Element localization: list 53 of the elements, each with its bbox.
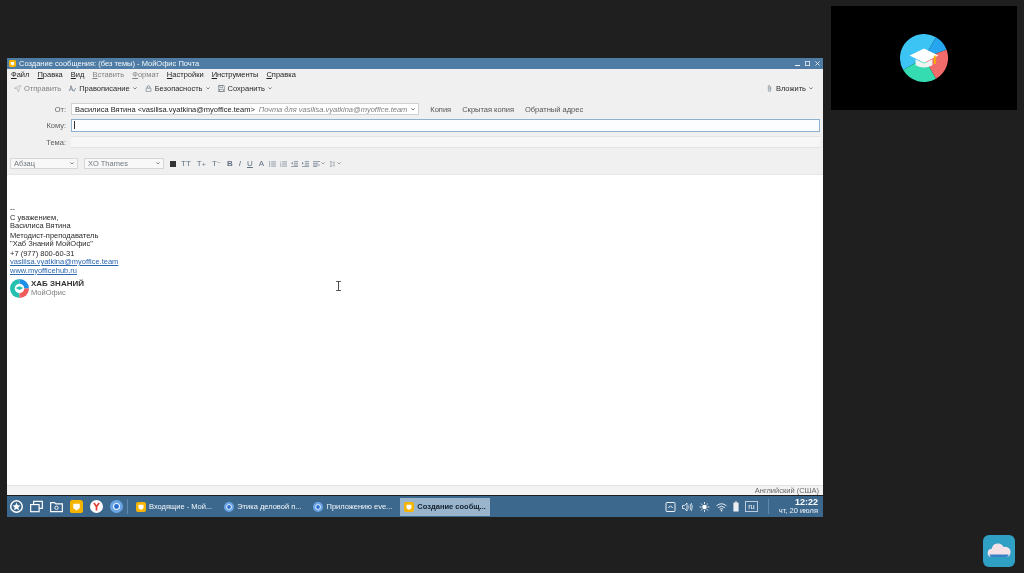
format-button[interactable]: TT (180, 159, 192, 168)
app-icon (9, 60, 16, 67)
logo-title: ХАБ ЗНАНИЙ (31, 280, 84, 289)
align-icon (313, 160, 321, 167)
browser-icon (224, 501, 235, 512)
mouse-cursor-icon (336, 281, 341, 291)
save-icon (217, 84, 225, 92)
format-dropdown-button[interactable] (313, 160, 326, 167)
y-logo-icon[interactable] (90, 500, 103, 513)
caret-icon (267, 86, 272, 90)
wifi-icon[interactable] (716, 501, 728, 512)
format-button[interactable]: U (246, 159, 254, 168)
caret-icon (156, 162, 160, 165)
caret-icon (132, 86, 137, 90)
app-icon[interactable] (70, 500, 83, 513)
format-button[interactable]: T₊ (195, 159, 207, 168)
battery-icon[interactable] (733, 501, 740, 512)
browser-icon[interactable] (110, 500, 123, 513)
format-button[interactable]: T⁻ (210, 159, 222, 168)
app-icon (136, 501, 146, 512)
close-icon[interactable] (815, 61, 820, 66)
brightness-icon[interactable] (699, 501, 711, 512)
paperclip-icon (765, 84, 773, 92)
caret-icon (411, 107, 416, 111)
chevron-up-icon[interactable] (665, 501, 677, 512)
line-spacing-icon (329, 160, 337, 167)
format-button[interactable]: A (257, 159, 266, 168)
maximize-icon[interactable] (805, 61, 810, 66)
speaker-icon[interactable] (682, 501, 694, 512)
outdent-icon[interactable] (291, 160, 299, 167)
caret-icon (321, 162, 326, 165)
hub-logo-icon (10, 279, 29, 298)
color-swatch-icon[interactable] (170, 160, 176, 167)
lock-icon (144, 84, 152, 92)
text-caret-icon (74, 121, 75, 129)
caret-icon (205, 86, 210, 90)
clock-time: 12:22 (794, 498, 818, 508)
caret-icon (809, 86, 813, 90)
browser-icon (313, 501, 324, 512)
input-field[interactable] (71, 118, 820, 132)
graduation-cap-logo-icon (900, 34, 948, 82)
caret-icon (70, 162, 74, 165)
format-button[interactable]: I (237, 159, 242, 168)
send-icon (14, 84, 21, 92)
window-switcher-icon[interactable] (30, 500, 43, 513)
start-menu-icon[interactable] (10, 500, 23, 513)
cloud-app-icon[interactable] (983, 535, 1015, 567)
app-icon (404, 501, 415, 512)
indent-icon[interactable] (302, 160, 310, 167)
spellcheck-icon (69, 84, 77, 92)
format-button[interactable]: B (226, 159, 234, 168)
caret-icon (337, 162, 342, 165)
folder-icon[interactable] (50, 500, 63, 513)
